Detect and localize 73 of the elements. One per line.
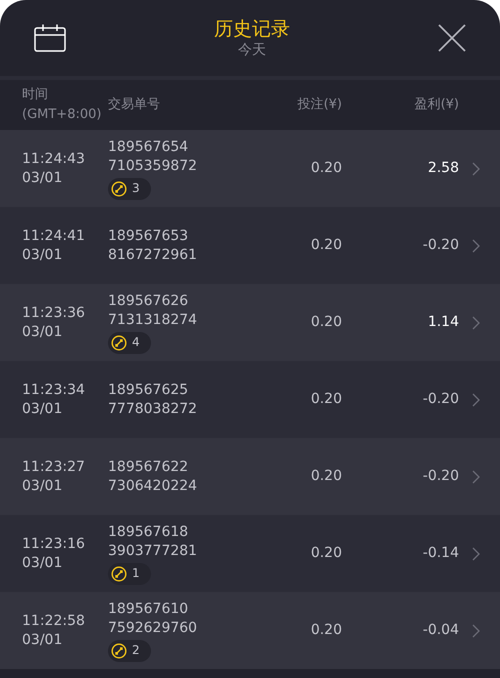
chevron-right-icon <box>472 624 480 638</box>
bet-amount: 0.20 <box>310 313 342 332</box>
free-spin-badge: 4 <box>108 332 151 354</box>
time-text: 11:22:58 <box>22 612 86 630</box>
order-number: 7131318274 <box>108 310 198 330</box>
column-header: (GMT+8:00) <box>22 106 102 124</box>
bet-amount: 0.20 <box>310 390 342 409</box>
panel-subtitle: 今天 <box>238 41 266 59</box>
order-number: 189567654 <box>108 138 190 156</box>
history-row[interactable]: 11:23:16 03/01 189567618 3903777281 1 0.20 -0.14 <box>0 515 500 592</box>
bet-amount: 0.20 <box>310 236 342 255</box>
date-text: 03/01 <box>22 476 64 496</box>
order-number: 7592629760 <box>108 618 198 638</box>
profit-amount: -0.14 <box>422 544 459 563</box>
order-number: 189567618 <box>108 522 190 542</box>
order-number: 3903777281 <box>108 542 198 560</box>
time-text: 11:23:16 <box>22 534 86 554</box>
calendar-icon[interactable] <box>34 24 66 52</box>
time-text: 11:23:34 <box>22 380 86 400</box>
profit-amount: -0.20 <box>422 467 459 486</box>
spin-icon <box>111 566 127 582</box>
chevron-right-icon <box>472 162 480 176</box>
date-text: 03/01 <box>22 168 64 188</box>
bet-amount: 0.20 <box>310 544 342 563</box>
free-spin-badge: 2 <box>108 640 151 662</box>
date-text: 03/01 <box>22 400 64 418</box>
date-text: 03/01 <box>22 246 64 264</box>
order-number: 7105359872 <box>108 156 198 176</box>
order-number: 189567625 <box>108 380 190 400</box>
date-text: 03/01 <box>22 554 64 572</box>
order-number: 7778038272 <box>108 400 198 418</box>
date-text: 03/01 <box>22 630 64 650</box>
column-header: 时间 <box>22 86 49 104</box>
date-text: 03/01 <box>22 322 64 342</box>
chevron-right-icon <box>472 470 480 484</box>
time-text: 11:24:41 <box>22 226 86 246</box>
bet-amount: 0.20 <box>310 621 342 640</box>
chevron-right-icon <box>472 546 480 560</box>
history-row[interactable]: 11:24:41 03/01 189567653 8167272961 0.20 -0.20 <box>0 207 500 284</box>
history-row[interactable]: 11:22:58 03/01 189567610 7592629760 2 0.20 -0.04 <box>0 592 500 669</box>
free-spin-badge: 3 <box>108 178 151 200</box>
order-number: 189567610 <box>108 600 190 618</box>
chevron-right-icon <box>472 238 480 252</box>
column-header: 投注(¥) <box>296 96 342 114</box>
time-text: 11:23:27 <box>22 458 86 476</box>
time-text: 11:23:36 <box>22 304 86 322</box>
profit-amount: -0.20 <box>422 390 459 409</box>
order-number: 7306420224 <box>108 476 198 496</box>
history-row[interactable]: 11:24:43 03/01 189567654 7105359872 3 0.20 2.58 <box>0 130 500 207</box>
profit-amount: 2.58 <box>426 159 459 178</box>
profit-amount: -0.04 <box>422 621 459 640</box>
bet-amount: 0.20 <box>310 467 342 486</box>
history-row[interactable]: 11:23:27 03/01 189567622 7306420224 0.20 -0.20 <box>0 438 500 515</box>
bet-amount: 0.20 <box>310 159 342 178</box>
close-icon[interactable] <box>438 24 466 52</box>
order-number: 8167272961 <box>108 246 198 264</box>
column-header: 盈利(¥) <box>414 96 459 114</box>
profit-amount: -0.20 <box>422 236 459 255</box>
free-spin-badge: 1 <box>108 562 151 584</box>
profit-amount: 1.14 <box>426 313 459 332</box>
order-number: 189567622 <box>108 458 190 476</box>
time-text: 11:24:43 <box>22 150 86 168</box>
history-row[interactable]: 11:23:34 03/01 189567625 7778038272 0.20 -0.20 <box>0 361 500 438</box>
chevron-right-icon <box>472 316 480 330</box>
column-header: 交易单号 <box>108 96 161 114</box>
panel-title: 历史记录 <box>214 17 290 41</box>
spin-icon <box>111 334 127 350</box>
history-row[interactable]: 11:23:36 03/01 189567626 7131318274 4 0.20 1.14 <box>0 284 500 361</box>
order-number: 189567626 <box>108 292 190 310</box>
spin-icon <box>111 642 127 658</box>
chevron-right-icon <box>472 392 480 406</box>
spin-icon <box>111 180 127 196</box>
order-number: 189567653 <box>108 226 190 246</box>
